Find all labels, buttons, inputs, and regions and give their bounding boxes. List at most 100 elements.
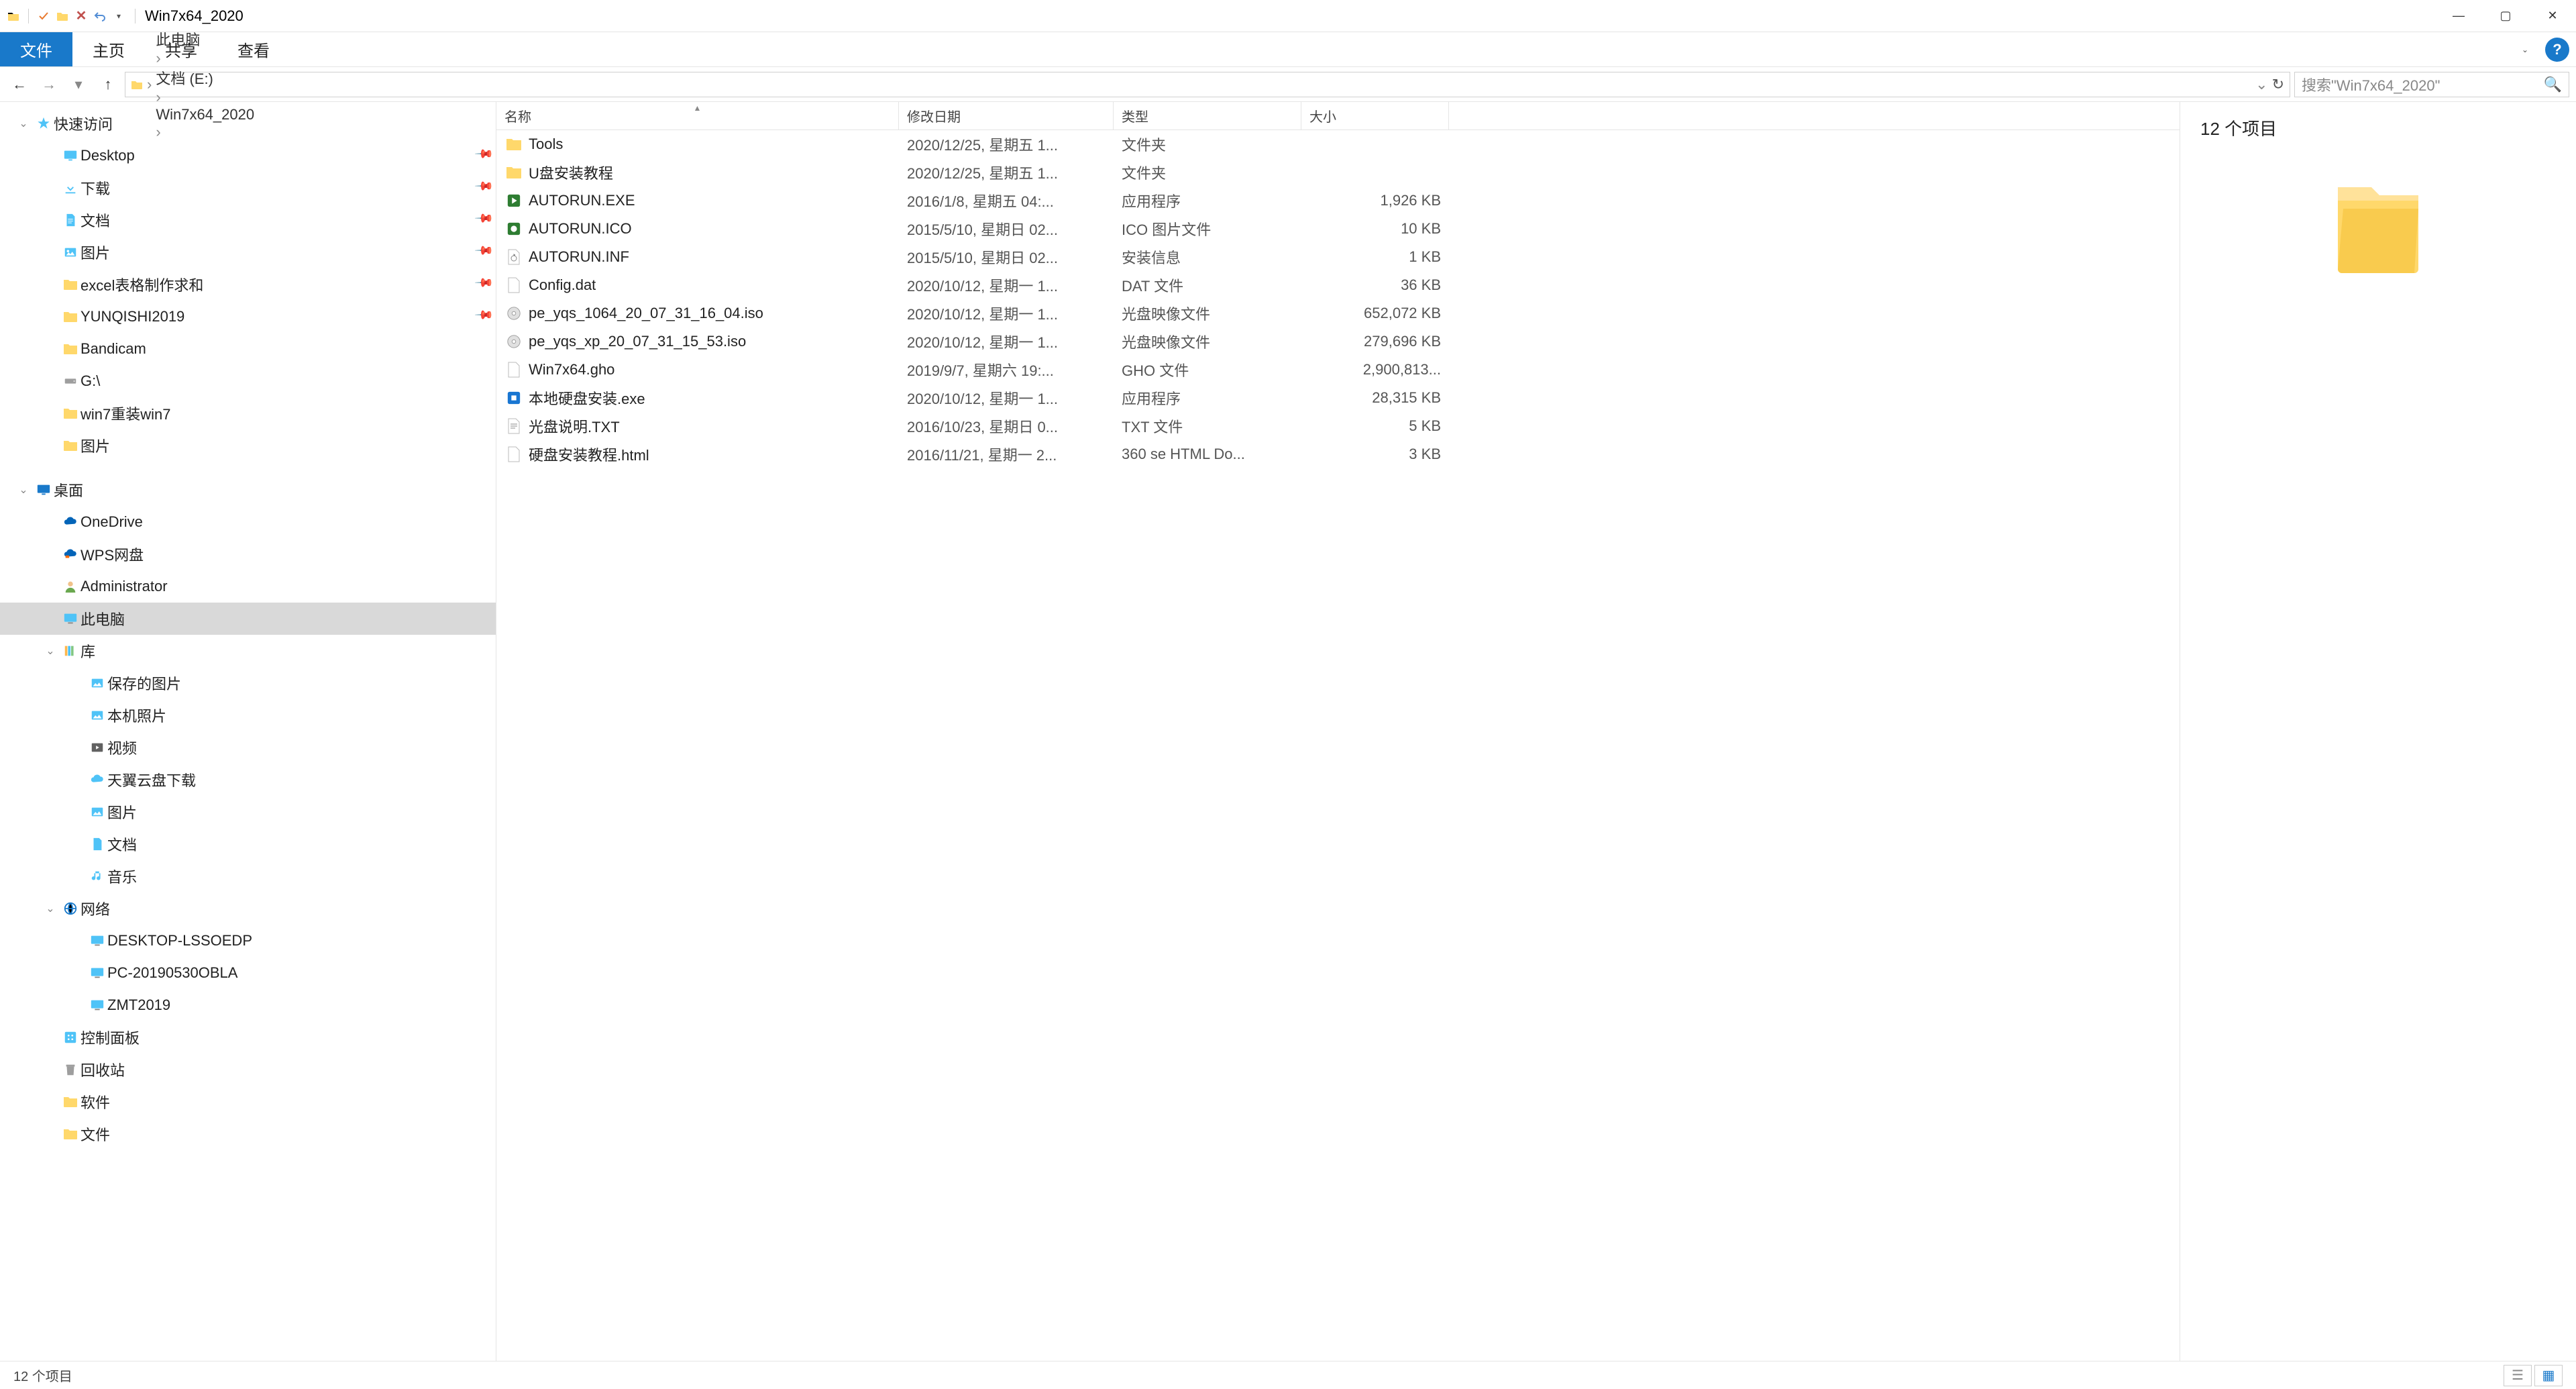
nav-item[interactable]: 此电脑 [0, 603, 496, 635]
nav-item[interactable]: 回收站 [0, 1053, 496, 1086]
search-input[interactable]: 搜索"Win7x64_2020" 🔍 [2294, 72, 2569, 97]
file-date: 2016/1/8, 星期五 04:... [899, 190, 1114, 211]
user-icon [60, 579, 80, 594]
nav-item[interactable]: 文档 [0, 828, 496, 860]
nav-forward-button[interactable]: → [36, 72, 62, 97]
nav-item[interactable]: OneDrive [0, 506, 496, 538]
file-row[interactable]: Win7x64.gho2019/9/7, 星期六 19:...GHO 文件2,9… [496, 356, 2180, 384]
help-button[interactable]: ? [2545, 38, 2569, 62]
file-row[interactable]: 光盘说明.TXT2016/10/23, 星期日 0...TXT 文件5 KB [496, 412, 2180, 440]
nav-item[interactable]: Bandicam [0, 333, 496, 365]
nav-root[interactable]: ⌄桌面 [0, 474, 496, 506]
nav-item[interactable]: YUNQISHI2019📌 [0, 301, 496, 333]
file-row[interactable]: pe_yqs_xp_20_07_31_15_53.iso2020/10/12, … [496, 327, 2180, 356]
expand-icon[interactable]: ⌄ [13, 483, 34, 497]
breadcrumb-item[interactable]: 文档 (E:) [156, 67, 254, 89]
nav-item[interactable]: 保存的图片 [0, 667, 496, 699]
maximize-button[interactable]: ▢ [2482, 0, 2529, 32]
expand-icon[interactable]: ⌄ [40, 902, 60, 915]
file-type: TXT 文件 [1114, 415, 1301, 437]
file-row[interactable]: 硬盘安装教程.html2016/11/21, 星期一 2...360 se HT… [496, 440, 2180, 468]
minimize-button[interactable]: — [2435, 0, 2482, 32]
nav-item[interactable]: 天翼云盘下载 [0, 764, 496, 796]
nav-label: 库 [80, 640, 496, 662]
file-row[interactable]: AUTORUN.EXE2016/1/8, 星期五 04:...应用程序1,926… [496, 187, 2180, 215]
close-button[interactable]: ✕ [2529, 0, 2576, 32]
column-size[interactable]: 大小 [1301, 102, 1449, 130]
file-type: 光盘映像文件 [1114, 303, 1301, 324]
nav-item[interactable]: 本机照片 [0, 699, 496, 731]
nav-item[interactable]: PC-20190530OBLA [0, 957, 496, 989]
expand-icon[interactable]: ⌄ [40, 644, 60, 658]
navigation-tree[interactable]: ⌄快速访问Desktop📌下载📌文档📌图片📌excel表格制作求和📌YUNQIS… [0, 102, 496, 1361]
tab-home[interactable]: 主页 [72, 32, 145, 66]
star-icon [34, 116, 54, 131]
lib-pic-icon [87, 805, 107, 819]
nav-back-button[interactable]: ← [7, 72, 32, 97]
nav-label: 文档 [107, 833, 496, 855]
file-type: 360 se HTML Do... [1114, 446, 1301, 463]
file-row[interactable]: Tools2020/12/25, 星期五 1...文件夹 [496, 130, 2180, 158]
file-name: pe_yqs_xp_20_07_31_15_53.iso [529, 333, 746, 350]
file-row[interactable]: U盘安装教程2020/12/25, 星期五 1...文件夹 [496, 158, 2180, 187]
file-type: DAT 文件 [1114, 274, 1301, 296]
nav-item[interactable]: 视频 [0, 731, 496, 764]
nav-item[interactable]: 音乐 [0, 860, 496, 892]
nav-item[interactable]: Administrator [0, 570, 496, 603]
chevron-right-icon[interactable]: › [156, 50, 160, 66]
qat-undo-icon[interactable] [93, 9, 107, 23]
file-row[interactable]: pe_yqs_1064_20_07_31_16_04.iso2020/10/12… [496, 299, 2180, 327]
ribbon-collapse-button[interactable]: ⌄ [2512, 32, 2538, 66]
view-details-button[interactable]: ☰ [2504, 1365, 2532, 1386]
file-row[interactable]: Config.dat2020/10/12, 星期一 1...DAT 文件36 K… [496, 271, 2180, 299]
nav-item[interactable]: 控制面板 [0, 1021, 496, 1053]
column-name[interactable]: ▲名称 [496, 102, 899, 130]
file-row[interactable]: AUTORUN.INF2015/5/10, 星期日 02...安装信息1 KB [496, 243, 2180, 271]
nav-item[interactable]: G:\ [0, 365, 496, 397]
ico-icon [504, 219, 523, 238]
nav-up-button[interactable]: ↑ [95, 72, 121, 97]
nav-root[interactable]: ⌄快速访问 [0, 107, 496, 140]
expand-icon[interactable]: ⌄ [13, 117, 34, 130]
nav-item[interactable]: excel表格制作求和📌 [0, 268, 496, 301]
addr-dropdown-icon[interactable]: ⌄ [2255, 76, 2267, 93]
nav-item[interactable]: ZMT2019 [0, 989, 496, 1021]
nav-item[interactable]: 下载📌 [0, 172, 496, 204]
file-row[interactable]: 本地硬盘安装.exe2020/10/12, 星期一 1...应用程序28,315… [496, 384, 2180, 412]
nav-label: G:\ [80, 372, 496, 390]
nav-item[interactable]: 文件 [0, 1118, 496, 1150]
nav-item[interactable]: ⌄ 网络 [0, 892, 496, 925]
qat-folder-icon[interactable] [56, 9, 69, 23]
search-icon: 🔍 [2544, 76, 2562, 93]
nav-item[interactable]: DESKTOP-LSSOEDP [0, 925, 496, 957]
refresh-button[interactable]: ↻ [2272, 76, 2284, 93]
nav-recent-button[interactable]: ▾ [66, 72, 91, 97]
nav-item[interactable]: 软件 [0, 1086, 496, 1118]
nav-label: 网络 [80, 898, 496, 919]
nav-item[interactable]: WPS网盘 [0, 538, 496, 570]
nav-label: OneDrive [80, 513, 496, 531]
chevron-right-icon[interactable]: › [147, 76, 152, 93]
nav-item[interactable]: ⌄库 [0, 635, 496, 667]
view-icons-button[interactable]: ▦ [2534, 1365, 2563, 1386]
nav-item[interactable]: 图片📌 [0, 236, 496, 268]
nav-item[interactable]: win7重装win7 [0, 397, 496, 429]
breadcrumb-item[interactable]: 此电脑 [156, 28, 254, 50]
nav-label: 控制面板 [80, 1027, 496, 1048]
pin-icon: 📌 [474, 305, 496, 329]
breadcrumb-bar[interactable]: › 此电脑 › 文档 (E:) › Win7x64_2020 › ⌄ ↻ [125, 72, 2290, 97]
nav-item[interactable]: 图片 [0, 429, 496, 462]
file-type: 文件夹 [1114, 162, 1301, 183]
qat-check-icon[interactable] [37, 9, 50, 23]
tab-file[interactable]: 文件 [0, 32, 72, 66]
qat-close-icon[interactable]: ✕ [74, 9, 88, 23]
nav-item[interactable]: 文档📌 [0, 204, 496, 236]
nav-item[interactable]: Desktop📌 [0, 140, 496, 172]
nav-label: 软件 [80, 1091, 496, 1113]
qat-dropdown-icon[interactable]: ▾ [112, 9, 125, 23]
column-date[interactable]: 修改日期 [899, 102, 1114, 130]
file-row[interactable]: AUTORUN.ICO2015/5/10, 星期日 02...ICO 图片文件1… [496, 215, 2180, 243]
nav-item[interactable]: 图片 [0, 796, 496, 828]
column-type[interactable]: 类型 [1114, 102, 1301, 130]
onedrive-icon [60, 515, 80, 529]
